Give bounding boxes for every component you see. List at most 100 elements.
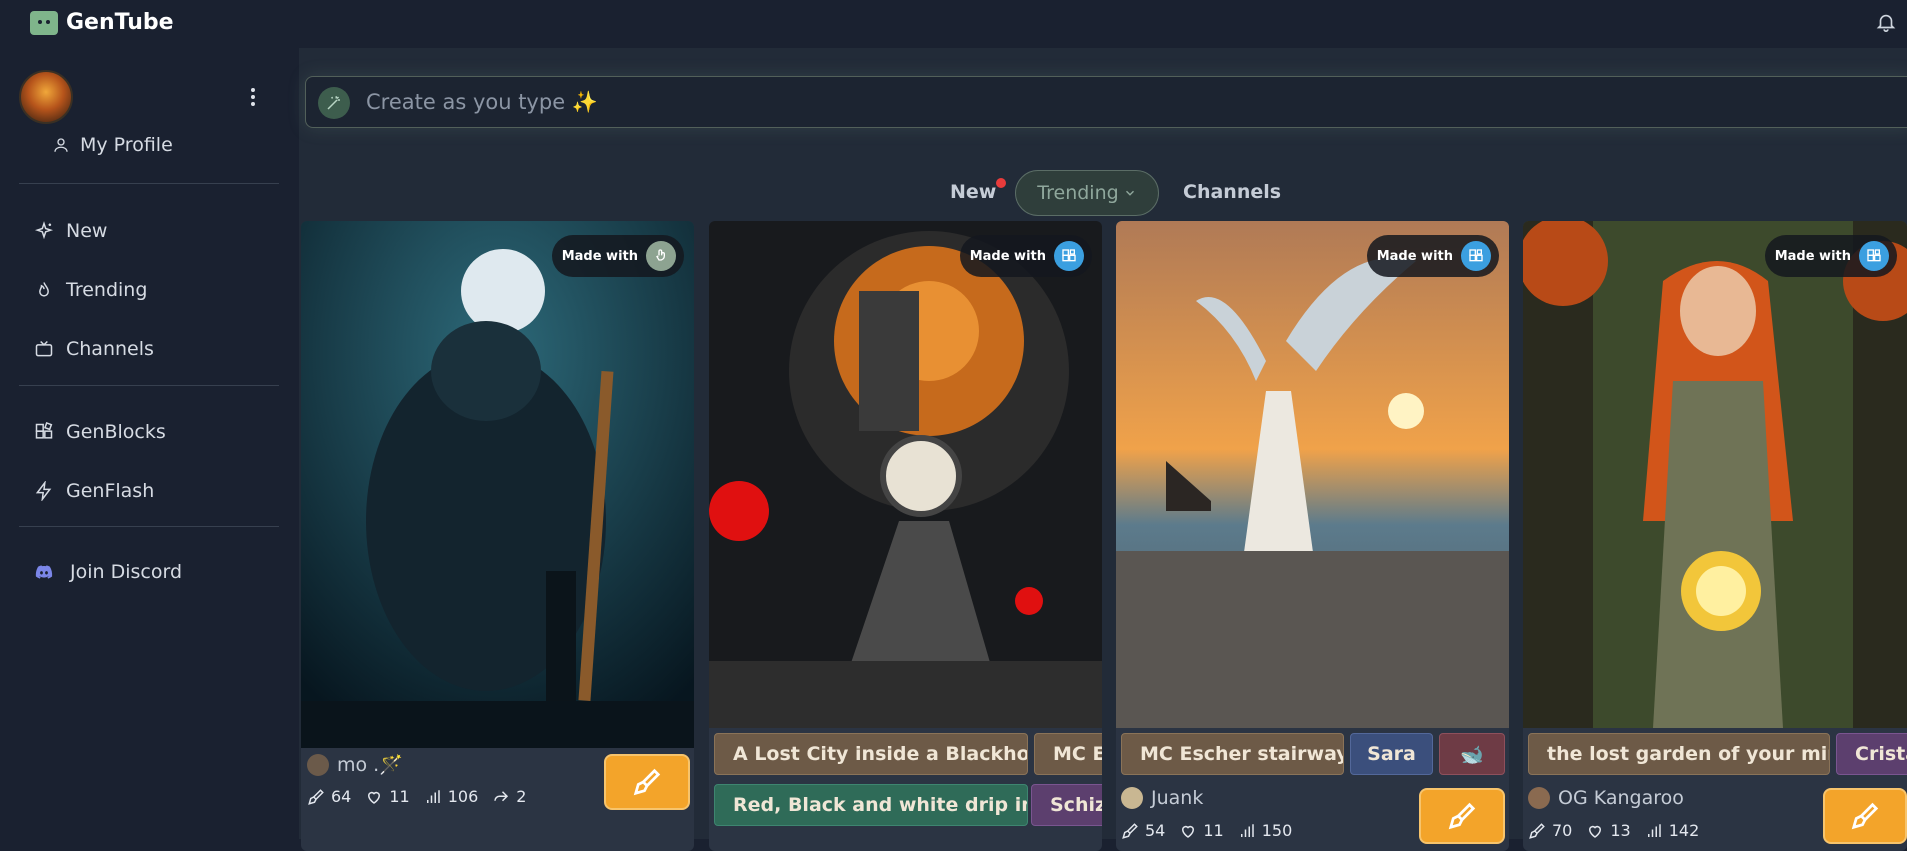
sparkle-icon [34, 221, 54, 240]
tag-label: MC E [1053, 743, 1102, 765]
sidebar-item-label: Channels [66, 338, 154, 360]
sidebar-item-label: GenFlash [66, 480, 155, 502]
brush-icon [308, 788, 324, 805]
top-bar: GenTube [0, 0, 1907, 48]
like-count: 13 [1610, 821, 1631, 840]
hand-pointer-icon [646, 241, 676, 271]
prompt-tag[interactable]: the lost garden of your mind [1528, 733, 1830, 775]
card-stats: 64 11 106 2 [307, 787, 526, 806]
tag-label: 🐋 [1460, 743, 1484, 766]
my-profile-label: My Profile [80, 134, 173, 156]
views-bar-icon [426, 789, 440, 803]
feed-card[interactable]: Made with A Lost City inside a Blackhole… [709, 221, 1102, 851]
author-name: mo .🪄 [337, 754, 403, 776]
bolt-icon [35, 481, 52, 501]
tag-label: Red, Black and white drip ink [733, 794, 1028, 816]
prompt-tag[interactable]: A Lost City inside a Blackhole [714, 733, 1028, 775]
blocks-icon [35, 422, 53, 439]
blocks-icon [1054, 241, 1084, 271]
tab-trending-label: Trending [1037, 182, 1119, 204]
prompt-tag[interactable]: MC E [1034, 733, 1102, 775]
chevron-down-icon [1125, 190, 1134, 196]
my-profile-link[interactable]: My Profile [52, 134, 173, 156]
card-author[interactable]: OG Kangaroo [1528, 787, 1684, 809]
sidebar-divider [19, 385, 279, 386]
join-discord-link[interactable]: Join Discord [34, 561, 182, 583]
share-icon[interactable] [492, 788, 510, 806]
heart-icon[interactable] [1179, 822, 1197, 840]
new-indicator-dot [996, 178, 1006, 188]
made-with-badge[interactable]: Made with [1764, 235, 1897, 277]
tv-logo-icon [30, 10, 58, 35]
prompt-tag[interactable]: 🐋 [1439, 733, 1505, 775]
user-icon [54, 138, 68, 152]
heart-icon[interactable] [365, 788, 383, 806]
brush-icon [1529, 822, 1545, 839]
brush-icon [1448, 802, 1476, 830]
card-author[interactable]: mo .🪄 [307, 753, 403, 776]
card-artwork[interactable] [1116, 221, 1509, 728]
bell-icon[interactable] [1875, 10, 1897, 34]
like-count: 11 [389, 787, 410, 806]
create-prompt-bar[interactable] [305, 76, 1907, 128]
sidebar-item-new[interactable]: New [34, 220, 107, 242]
brush-icon [1122, 822, 1138, 839]
tag-label: MC Escher stairway [1140, 743, 1344, 765]
card-artwork[interactable] [709, 221, 1102, 728]
tag-label: Schiz [1050, 794, 1102, 816]
remix-button[interactable] [1419, 788, 1505, 844]
tab-trending[interactable]: Trending [1015, 170, 1159, 216]
feed-card[interactable]: Made with the lost garden of your mind C… [1523, 221, 1907, 851]
share-count: 2 [516, 787, 527, 806]
tab-channels[interactable]: Channels [1183, 181, 1281, 203]
view-count: 150 [1261, 821, 1293, 840]
views-bar-icon [1240, 823, 1254, 837]
card-author[interactable]: Juank [1121, 787, 1203, 809]
remix-button[interactable] [1823, 788, 1907, 844]
made-with-badge[interactable]: Made with [959, 235, 1092, 277]
remix-count: 70 [1552, 821, 1573, 840]
create-prompt-input[interactable] [366, 77, 1866, 127]
discord-icon [35, 565, 53, 579]
heart-icon[interactable] [1586, 822, 1604, 840]
prompt-tag[interactable]: Crista [1836, 733, 1907, 775]
made-with-label: Made with [561, 248, 638, 264]
feed-tabs: New Trending Channels [299, 170, 1907, 216]
tab-new[interactable]: New [950, 181, 996, 203]
feed-card[interactable]: Made with mo .🪄 64 11 106 2 [301, 221, 694, 851]
logo[interactable]: GenTube [30, 10, 174, 35]
tag-label: Sara [1367, 743, 1416, 765]
more-options-icon[interactable] [248, 86, 258, 108]
view-count: 142 [1668, 821, 1700, 840]
remix-button[interactable] [604, 754, 690, 810]
tag-label: Crista [1855, 743, 1907, 765]
author-avatar [1121, 787, 1143, 809]
feed-card[interactable]: Made with MC Escher stairway Sara 🐋 Juan… [1116, 221, 1509, 851]
prompt-tag[interactable]: Schiz [1031, 784, 1102, 826]
avatar[interactable] [19, 70, 73, 124]
made-with-label: Made with [969, 248, 1046, 264]
author-name: OG Kangaroo [1558, 787, 1684, 809]
made-with-badge[interactable]: Made with [1366, 235, 1499, 277]
app-title: GenTube [66, 10, 174, 35]
tag-label: the lost garden of your mind [1547, 743, 1830, 765]
sidebar-item-trending[interactable]: Trending [34, 279, 147, 301]
prompt-tag[interactable]: Red, Black and white drip ink [714, 784, 1028, 826]
magic-wand-icon[interactable] [318, 87, 350, 119]
blocks-icon [1859, 241, 1889, 271]
join-discord-label: Join Discord [70, 561, 183, 583]
card-stats: 70 13 142 [1528, 821, 1699, 840]
blocks-icon [1461, 241, 1491, 271]
prompt-tag[interactable]: Sara [1350, 733, 1433, 775]
flame-icon [39, 282, 49, 297]
card-stats: 54 11 150 [1121, 821, 1292, 840]
sidebar-item-genflash[interactable]: GenFlash [34, 480, 154, 502]
views-bar-icon [1647, 823, 1661, 837]
made-with-badge[interactable]: Made with [551, 235, 684, 277]
sidebar-item-genblocks[interactable]: GenBlocks [34, 421, 166, 443]
card-artwork[interactable] [1523, 221, 1907, 728]
prompt-tag[interactable]: MC Escher stairway [1121, 733, 1344, 775]
remix-count: 64 [331, 787, 352, 806]
sidebar-item-channels[interactable]: Channels [34, 338, 154, 360]
card-artwork[interactable] [301, 221, 694, 748]
